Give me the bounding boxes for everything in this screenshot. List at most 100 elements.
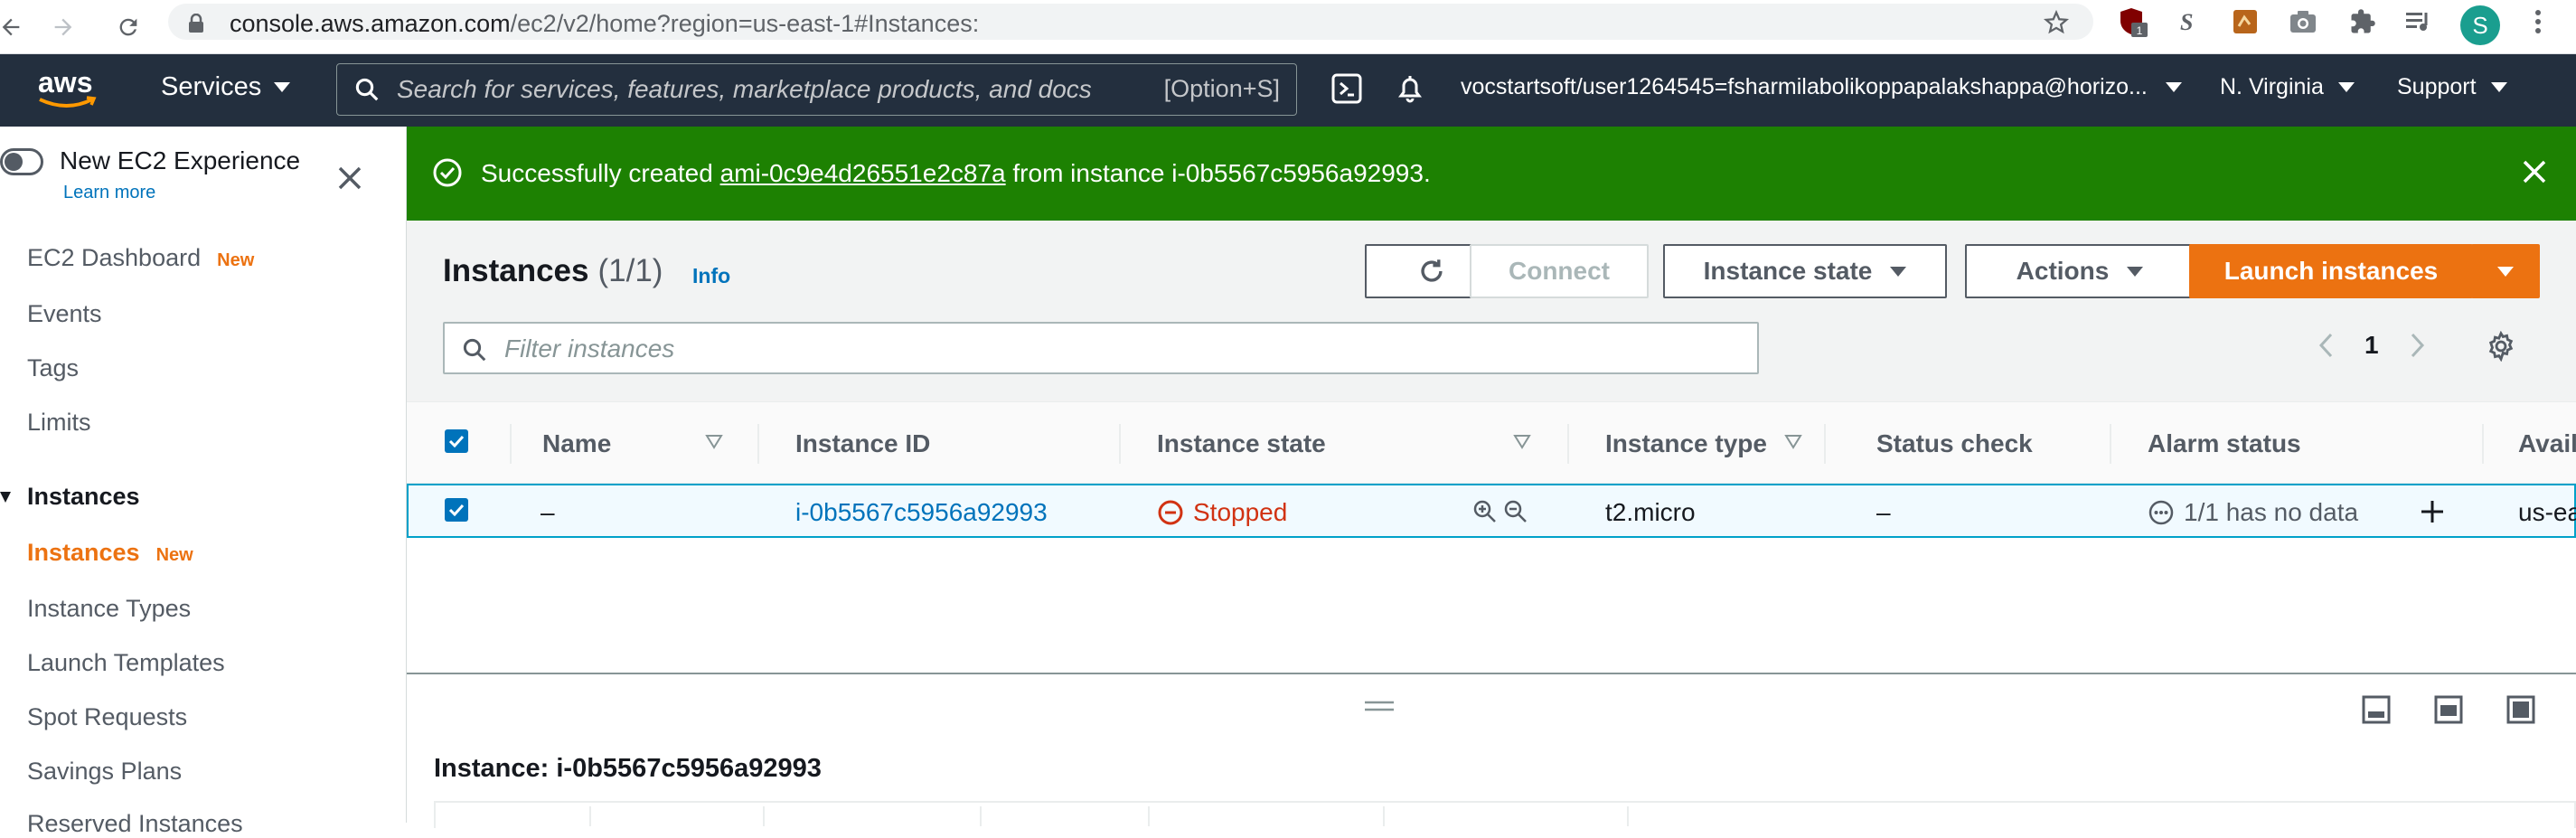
column-status-check[interactable]: Status check — [1876, 429, 2033, 458]
column-name[interactable]: Name — [542, 429, 611, 458]
info-link[interactable]: Info — [692, 264, 730, 288]
select-all-checkbox[interactable] — [445, 429, 468, 453]
services-menu[interactable]: Services — [161, 72, 291, 102]
cell-status-check: – — [1876, 498, 1891, 526]
back-arrow-icon[interactable] — [0, 11, 27, 43]
sidebar-item-limits[interactable]: Limits — [27, 409, 91, 437]
aws-logo[interactable]: aws — [36, 65, 101, 112]
region-menu[interactable]: N. Virginia — [2220, 74, 2355, 100]
extensions-puzzle-icon[interactable] — [2346, 5, 2379, 38]
filter-input[interactable] — [504, 333, 1679, 365]
bookmark-star-icon[interactable] — [2043, 9, 2070, 36]
notes-extension-icon[interactable] — [2229, 5, 2261, 38]
sort-caret-icon[interactable] — [705, 433, 723, 451]
ami-link[interactable]: ami-0c9e4d26551e2c87a — [720, 159, 1006, 187]
success-flashbar: Successfully created ami-0c9e4d26551e2c8… — [407, 127, 2576, 221]
script-extension-icon[interactable]: S — [2173, 5, 2205, 38]
sort-caret-icon[interactable] — [1513, 433, 1531, 451]
table-empty-area — [407, 540, 2576, 673]
lock-icon — [188, 14, 204, 33]
connect-button[interactable]: Connect — [1470, 244, 1649, 298]
chevron-left-icon[interactable] — [2317, 332, 2334, 359]
account-menu[interactable]: vocstartsoft/user1264545=fsharmilaboliko… — [1461, 74, 2182, 100]
browser-toolbar: console.aws.amazon.com/ec2/v2/home?regio… — [0, 0, 2576, 54]
zoom-out-icon[interactable] — [1502, 498, 1529, 525]
search-icon — [353, 76, 381, 103]
page-number[interactable]: 1 — [2364, 331, 2379, 360]
cell-availability-zone: us-ea — [2518, 498, 2576, 526]
actions-button[interactable]: Actions — [1965, 244, 2195, 298]
caret-down-icon — [1890, 266, 1907, 277]
address-bar[interactable]: console.aws.amazon.com/ec2/v2/home?regio… — [168, 4, 2093, 40]
new-badge: New — [217, 250, 255, 270]
url-text: console.aws.amazon.com/ec2/v2/home?regio… — [230, 10, 980, 37]
launch-instances-button[interactable]: Launch instances — [2189, 244, 2473, 298]
sidebar-section-instances[interactable]: Instances — [0, 483, 140, 511]
sidebar-item-spot-requests[interactable]: Spot Requests — [27, 703, 187, 731]
new-experience-toggle[interactable] — [0, 148, 43, 175]
caret-down-icon — [2337, 82, 2355, 92]
column-alarm-status[interactable]: Alarm status — [2148, 429, 2301, 458]
instances-main: Instances (1/1) Info Connect Instance sta… — [407, 221, 2576, 828]
unified-search[interactable]: [Option+S] — [336, 63, 1297, 116]
panel-full-icon[interactable] — [2505, 694, 2536, 725]
table-row[interactable]: – i-0b5567c5956a92993 Stopped t2.micro –… — [407, 484, 2576, 538]
launch-dropdown-button[interactable] — [2471, 244, 2540, 298]
profile-avatar[interactable]: S — [2460, 5, 2500, 45]
ublock-extension-icon[interactable]: 1 — [2117, 5, 2149, 38]
resize-grip-icon[interactable] — [1363, 700, 1396, 712]
media-playlist-icon[interactable] — [2402, 5, 2435, 38]
sidebar-item-ec2-dashboard[interactable]: EC2 Dashboard New — [27, 244, 254, 272]
notifications-bell-icon[interactable] — [1394, 72, 1426, 105]
svg-text:1: 1 — [2137, 24, 2143, 37]
column-availability-zone[interactable]: Avail — [2518, 429, 2576, 458]
search-shortcut-hint: [Option+S] — [1163, 75, 1280, 102]
column-instance-type[interactable]: Instance type — [1605, 429, 1767, 458]
cloudshell-icon[interactable] — [1330, 72, 1363, 105]
sidebar-item-reserved-instances[interactable]: Reserved Instances — [27, 810, 243, 838]
zoom-in-icon[interactable] — [1471, 498, 1499, 525]
region-label: N. Virginia — [2220, 74, 2324, 99]
sort-caret-icon[interactable] — [1784, 433, 1802, 451]
section-caret-icon — [0, 491, 11, 503]
forward-arrow-icon[interactable] — [47, 11, 80, 43]
sidebar-item-instances[interactable]: Instances New — [27, 539, 193, 567]
account-label: vocstartsoft/user1264545=fsharmilaboliko… — [1461, 74, 2148, 99]
svg-text:S: S — [2180, 9, 2193, 35]
sidebar-item-tags[interactable]: Tags — [27, 354, 79, 382]
sidebar-item-launch-templates[interactable]: Launch Templates — [27, 649, 225, 677]
caret-down-icon — [274, 82, 291, 92]
sidebar-item-instance-types[interactable]: Instance Types — [27, 595, 191, 623]
camera-extension-icon[interactable] — [2287, 5, 2319, 38]
panel-middle-icon[interactable] — [2433, 694, 2464, 725]
settings-gear-icon[interactable] — [2486, 331, 2516, 362]
instance-state-button[interactable]: Instance state — [1663, 244, 1947, 298]
filter-instances[interactable] — [443, 322, 1759, 374]
chevron-right-icon[interactable] — [2410, 332, 2426, 359]
cell-name[interactable]: – — [541, 498, 555, 527]
row-checkbox[interactable] — [445, 498, 468, 522]
learn-more-link[interactable]: Learn more — [63, 183, 155, 203]
column-instance-state[interactable]: Instance state — [1157, 429, 1326, 458]
caret-down-icon — [2497, 266, 2514, 277]
close-sidebar-icon[interactable] — [336, 165, 363, 192]
cell-instance-id-link[interactable]: i-0b5567c5956a92993 — [795, 498, 1048, 527]
page-title: Instances (1/1) — [443, 253, 663, 288]
search-icon — [461, 336, 488, 363]
reload-icon[interactable] — [112, 11, 145, 43]
cell-instance-type: t2.micro — [1605, 498, 1696, 526]
panel-bottom-icon[interactable] — [2361, 694, 2392, 725]
dismiss-flash-icon[interactable] — [2520, 157, 2549, 186]
sidebar-item-events[interactable]: Events — [27, 300, 102, 328]
browser-menu-kebab-icon[interactable] — [2522, 5, 2554, 38]
aws-console-nav: aws Services [Option+S] vocstartsoft/use… — [0, 54, 2576, 127]
column-instance-id[interactable]: Instance ID — [795, 429, 930, 458]
sidebar-item-savings-plans[interactable]: Savings Plans — [27, 758, 182, 786]
add-alarm-plus-icon[interactable] — [2419, 498, 2446, 525]
no-data-ellipsis-icon — [2148, 500, 2174, 525]
search-input[interactable] — [397, 73, 1138, 106]
ec2-sidebar: New EC2 Experience Learn more EC2 Dashbo… — [0, 127, 407, 837]
support-menu[interactable]: Support — [2397, 74, 2507, 100]
table-header: Name Instance ID Instance state Instance… — [407, 402, 2576, 484]
services-label: Services — [161, 72, 262, 101]
